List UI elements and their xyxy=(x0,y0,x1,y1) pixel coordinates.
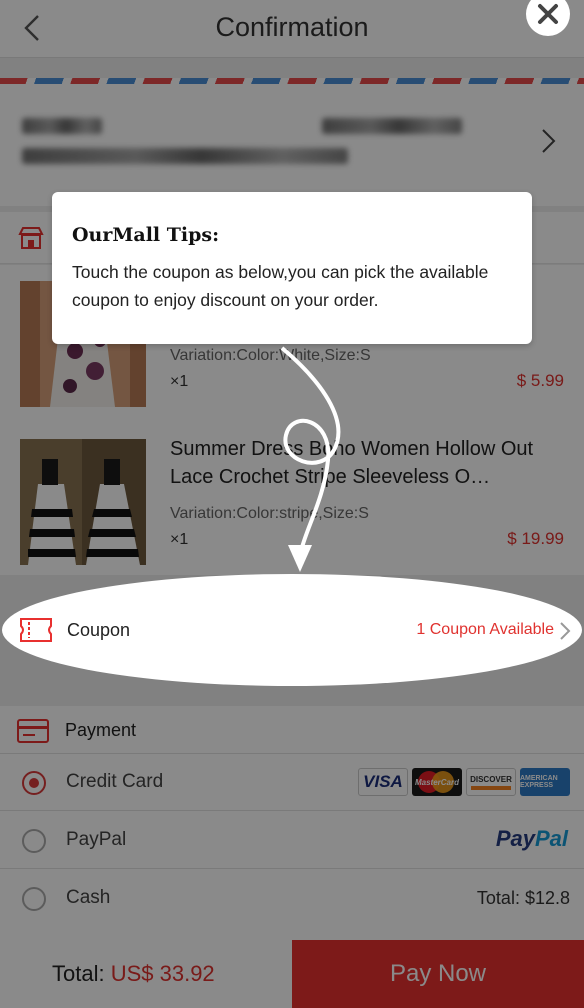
payment-option-label: Cash xyxy=(66,887,111,908)
product-price: $ 19.99 xyxy=(507,529,564,548)
coupon-available-count: 1 Coupon Available xyxy=(416,621,554,638)
page-title: Confirmation xyxy=(215,12,369,42)
coupon-spotlight: Coupon 1 Coupon Available xyxy=(2,574,582,686)
total-label: Total: US$ 33.92 xyxy=(52,961,215,986)
mastercard-logo: MasterCard xyxy=(412,768,462,796)
card-logos: VISA MasterCard DISCOVER AMERICAN EXPRES… xyxy=(358,768,570,796)
payment-section: Payment Credit Card VISA MasterCard DISC… xyxy=(0,706,584,946)
product-title: Summer Dress Boho Women Hollow Out Lace … xyxy=(170,438,534,488)
product-quantity: ×1 xyxy=(170,531,189,548)
header-bar: Confirmation xyxy=(0,0,584,58)
payment-option-paypal[interactable]: PayPal PayPal xyxy=(0,812,584,869)
order-total: Total: US$ 33.92 xyxy=(0,940,292,1008)
product-variation: Variation:Color:White,Size:S xyxy=(170,347,371,364)
close-icon xyxy=(538,4,558,24)
product-thumbnail xyxy=(20,439,146,565)
amex-logo: AMERICAN EXPRESS xyxy=(520,768,570,796)
cash-total: Total: $12.8 xyxy=(476,888,570,908)
recipient-phone-redacted xyxy=(322,118,462,134)
address-line-redacted xyxy=(22,148,348,164)
product-variation: Variation:Color:stripe,Size:S xyxy=(170,505,369,522)
payment-option-credit-card[interactable]: Credit Card VISA MasterCard DISCOVER AME… xyxy=(0,754,584,811)
store-icon xyxy=(18,227,44,249)
tip-popup: OurMall Tips: Touch the coupon as below,… xyxy=(52,192,532,344)
paypal-logo: PayPal xyxy=(495,826,568,851)
coupon-row[interactable]: Coupon 1 Coupon Available xyxy=(2,600,584,660)
total-value: US$ 33.92 xyxy=(110,961,215,986)
product-item[interactable]: Summer Dress Boho Women Hollow Out Lace … xyxy=(0,423,584,565)
tip-body: Touch the coupon as below,you can pick t… xyxy=(72,262,489,310)
visa-logo: VISA xyxy=(358,768,408,796)
product-quantity: ×1 xyxy=(170,373,189,390)
radio-credit-card[interactable] xyxy=(22,771,46,795)
coupon-label: Coupon xyxy=(67,620,131,640)
payment-option-label: Credit Card xyxy=(66,771,164,792)
coupon-ticket-icon xyxy=(20,618,52,642)
product-price: $ 5.99 xyxy=(516,371,564,390)
credit-card-icon xyxy=(17,719,49,743)
payment-option-cash[interactable]: Cash Total: $12.8 xyxy=(0,870,584,927)
airmail-border xyxy=(0,78,584,84)
recipient-name-redacted xyxy=(22,118,102,134)
pay-now-button[interactable]: Pay Now xyxy=(292,940,584,1008)
radio-cash[interactable] xyxy=(22,887,46,911)
checkout-bar: Total: US$ 33.92 Pay Now xyxy=(0,940,584,1008)
chevron-right-icon xyxy=(560,622,571,640)
payment-header: Payment xyxy=(0,706,584,754)
tip-title: OurMall Tips: xyxy=(72,224,220,246)
close-tip-button[interactable] xyxy=(526,0,570,36)
payment-option-label: PayPal xyxy=(66,829,127,850)
discover-logo: DISCOVER xyxy=(466,768,516,796)
chevron-right-icon xyxy=(542,129,556,153)
radio-paypal[interactable] xyxy=(22,829,46,853)
shipping-address-row[interactable] xyxy=(0,78,584,206)
payment-title: Payment xyxy=(65,720,137,740)
